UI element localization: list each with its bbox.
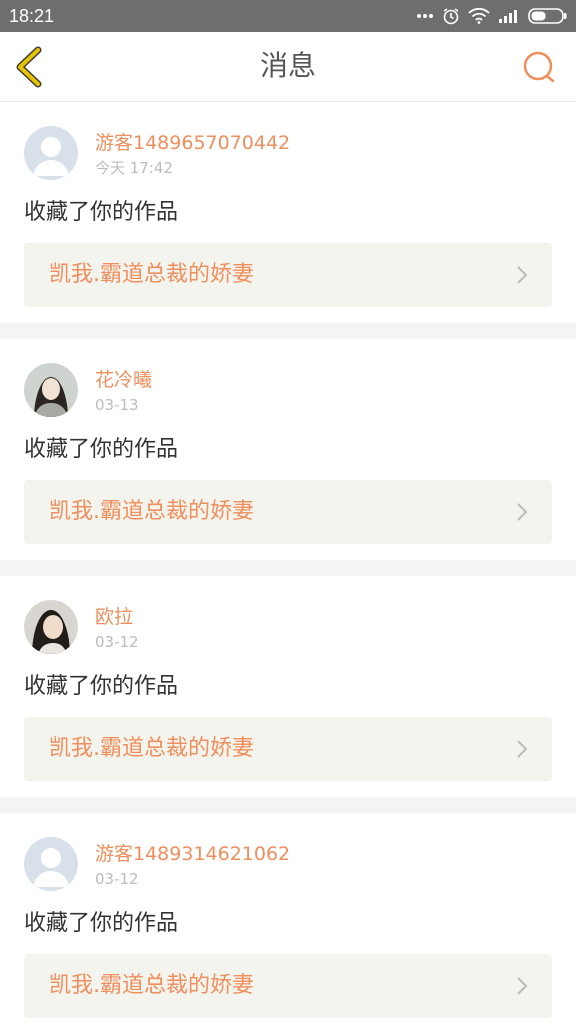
message-list: 游客1489657070442 今天 17:42 收藏了你的作品 凯我.霸道总裁… bbox=[0, 102, 576, 1034]
page-title: 消息 bbox=[259, 49, 316, 82]
work-link[interactable]: 凯我.霸道总裁的娇妻 bbox=[24, 243, 552, 307]
alarm-icon bbox=[442, 7, 460, 25]
chevron-right-icon bbox=[516, 502, 528, 522]
avatar[interactable] bbox=[24, 126, 78, 180]
status-bar: 18:21 bbox=[0, 0, 576, 32]
work-link[interactable]: 凯我.霸道总裁的娇妻 bbox=[24, 480, 552, 544]
app-header: 消息 bbox=[0, 32, 576, 102]
message-date: 03-13 bbox=[95, 396, 139, 414]
username[interactable]: 游客1489314621062 bbox=[95, 842, 290, 866]
message-card: 游客1489314621062 03-12 收藏了你的作品 凯我.霸道总裁的娇妻 bbox=[0, 813, 576, 1034]
message-card: 游客1489657070442 今天 17:42 收藏了你的作品 凯我.霸道总裁… bbox=[0, 102, 576, 323]
action-text: 收藏了你的作品 bbox=[24, 911, 179, 936]
avatar[interactable] bbox=[24, 600, 78, 654]
more-dots-icon bbox=[416, 13, 434, 19]
search-icon[interactable] bbox=[522, 50, 556, 84]
wifi-icon bbox=[468, 8, 490, 24]
action-text: 收藏了你的作品 bbox=[24, 200, 179, 225]
status-time: 18:21 bbox=[9, 6, 55, 26]
work-link[interactable]: 凯我.霸道总裁的娇妻 bbox=[24, 954, 552, 1018]
signal-icon bbox=[498, 8, 520, 24]
message-date: 03-12 bbox=[95, 870, 139, 888]
username[interactable]: 花冷曦 bbox=[95, 368, 152, 392]
avatar[interactable] bbox=[24, 363, 78, 417]
chevron-right-icon bbox=[516, 739, 528, 759]
chevron-right-icon bbox=[516, 265, 528, 285]
action-text: 收藏了你的作品 bbox=[24, 674, 179, 699]
message-date: 今天 17:42 bbox=[95, 159, 173, 177]
message-card: 欧拉 03-12 收藏了你的作品 凯我.霸道总裁的娇妻 bbox=[0, 576, 576, 797]
username[interactable]: 游客1489657070442 bbox=[95, 131, 290, 155]
work-title: 凯我.霸道总裁的娇妻 bbox=[49, 736, 254, 761]
username[interactable]: 欧拉 bbox=[95, 605, 133, 629]
work-title: 凯我.霸道总裁的娇妻 bbox=[49, 499, 254, 524]
work-title: 凯我.霸道总裁的娇妻 bbox=[49, 262, 254, 287]
message-card: 花冷曦 03-13 收藏了你的作品 凯我.霸道总裁的娇妻 bbox=[0, 339, 576, 560]
action-text: 收藏了你的作品 bbox=[24, 437, 179, 462]
avatar[interactable] bbox=[24, 837, 78, 891]
chevron-right-icon bbox=[516, 976, 528, 996]
work-link[interactable]: 凯我.霸道总裁的娇妻 bbox=[24, 717, 552, 781]
message-date: 03-12 bbox=[95, 633, 139, 651]
work-title: 凯我.霸道总裁的娇妻 bbox=[49, 973, 254, 998]
battery-icon bbox=[528, 8, 568, 24]
